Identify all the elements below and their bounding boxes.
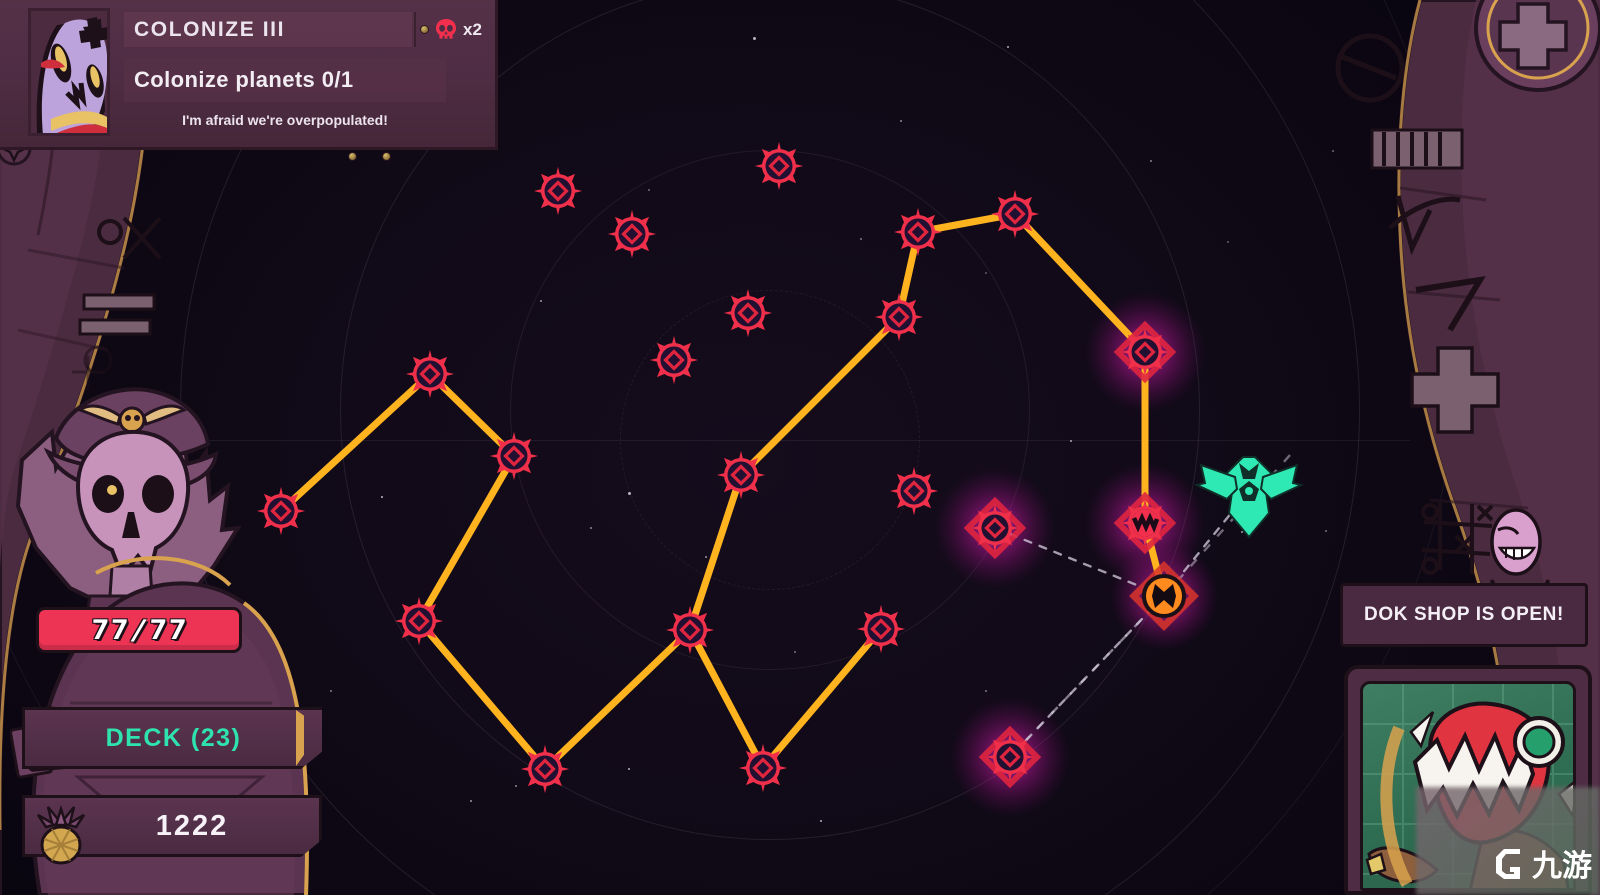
map-node-planet[interactable] [395, 597, 443, 645]
map-node-planet[interactable] [857, 605, 905, 653]
deck-button[interactable]: DECK (23) [22, 707, 322, 769]
resource-value: 1222 [116, 810, 229, 843]
quest-title: COLONIZE III [134, 18, 285, 42]
route-line [741, 317, 899, 475]
map-node-planet[interactable] [521, 745, 569, 793]
map-node-planet[interactable] [875, 293, 923, 341]
map-node-planet[interactable] [666, 606, 714, 654]
quest-objective-text: Colonize planets 0/1 [134, 67, 354, 93]
map-node-planet[interactable] [490, 432, 538, 480]
shop-panel[interactable]: DOK SHOP IS OPEN! [1330, 565, 1600, 895]
route-line [419, 456, 514, 621]
skull-icon [434, 18, 458, 42]
quest-flavor-text: I'm afraid we're overpopulated! [124, 112, 446, 128]
shop-banner-text: DOK SHOP IS OPEN! [1364, 604, 1564, 626]
player-hud: 77/77 DECK (23) 1222 [0, 555, 340, 895]
route-line [690, 475, 741, 630]
quest-panel[interactable]: COLONIZE III x2 Colonize planets 0/1 I'm… [0, 0, 498, 150]
map-node-planet[interactable] [890, 467, 938, 515]
route-line [690, 630, 763, 768]
map-node-planet[interactable] [739, 744, 787, 792]
winged-rank-badge[interactable] [1197, 457, 1301, 537]
rivet [348, 152, 357, 161]
map-node-planet[interactable] [991, 190, 1039, 238]
route-line [419, 621, 545, 769]
route-line [281, 374, 430, 511]
dok-creature-portrait [1360, 681, 1576, 891]
map-node-planet[interactable] [650, 336, 698, 384]
pineapple-icon [30, 803, 92, 865]
skull-multiplier: x2 [463, 20, 482, 40]
map-node-planet[interactable] [534, 167, 582, 215]
shop-banner[interactable]: DOK SHOP IS OPEN! [1340, 583, 1588, 647]
rivet [420, 25, 429, 34]
quest-title-bar: COLONIZE III [124, 12, 412, 47]
health-bar: 77/77 [36, 607, 242, 653]
map-node-planet[interactable] [608, 210, 656, 258]
map-badge-layer [1197, 457, 1301, 537]
rivet [382, 152, 391, 161]
map-glow-layer [935, 292, 1218, 817]
health-value: 77/77 [90, 615, 188, 646]
route-line [763, 629, 881, 768]
map-node-planet[interactable] [257, 487, 305, 535]
shop-tv-frame[interactable] [1344, 665, 1592, 895]
game-screen: COLONIZE III x2 Colonize planets 0/1 I'm… [0, 0, 1600, 895]
alien-mask-portrait [28, 8, 110, 136]
map-node-planet[interactable] [724, 289, 772, 337]
map-node-planet[interactable] [755, 142, 803, 190]
map-node-planet[interactable] [894, 208, 942, 256]
quest-objective-bar: Colonize planets 0/1 [124, 58, 446, 102]
route-line [1015, 214, 1145, 352]
quest-reward-box: x2 [414, 12, 492, 47]
map-node-planet[interactable] [717, 451, 765, 499]
map-node-planet[interactable] [406, 350, 454, 398]
badge-center-dot [1245, 487, 1253, 495]
route-line [545, 630, 690, 769]
deck-label: DECK (23) [106, 724, 242, 753]
